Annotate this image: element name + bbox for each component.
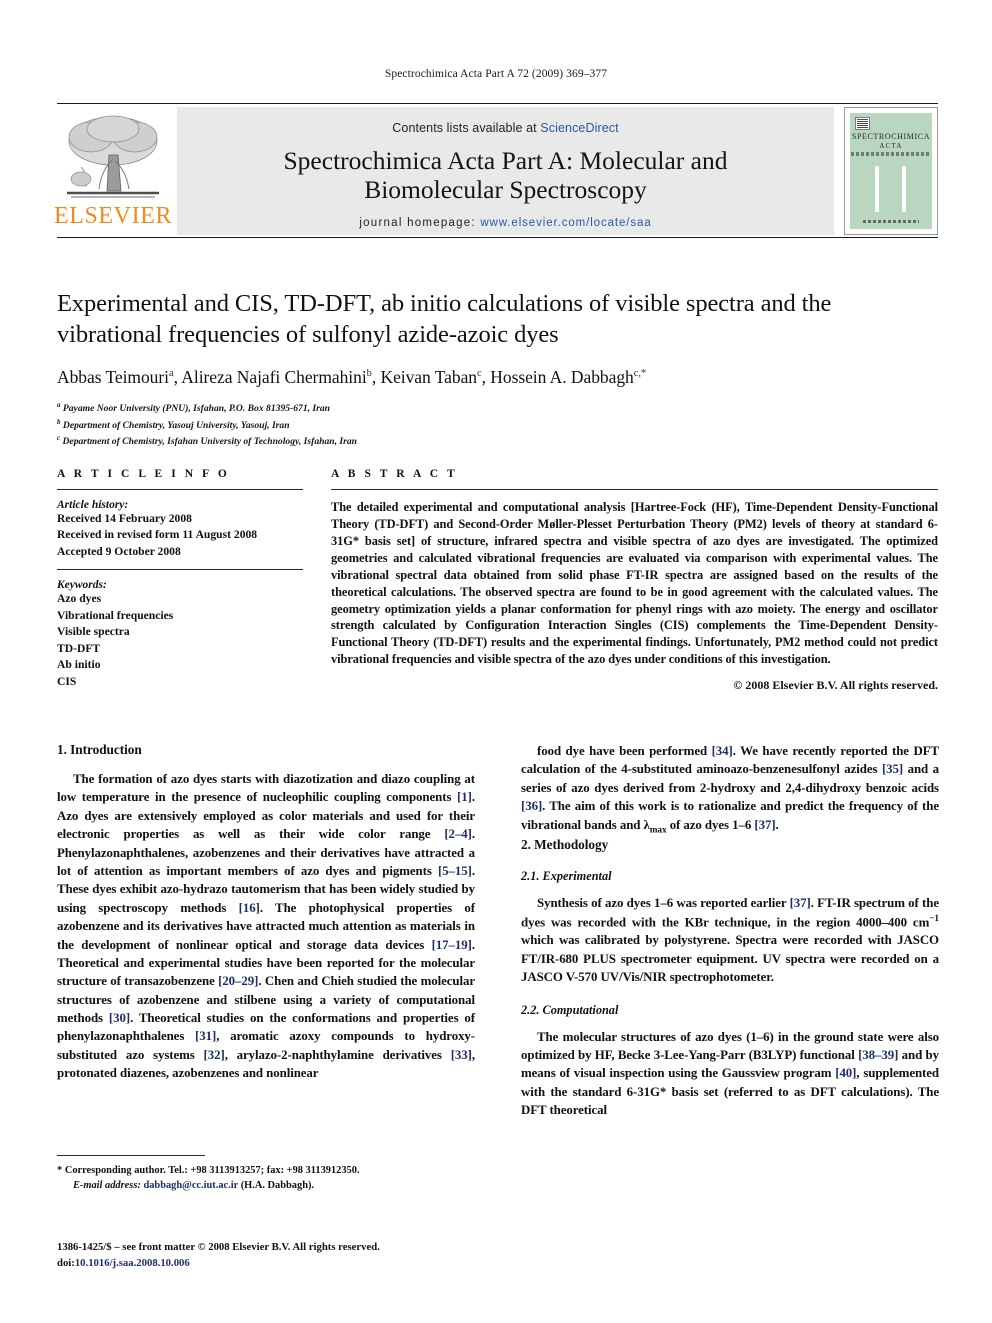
journal-homepage-line: journal homepage: www.elsevier.com/locat… [359,217,651,229]
masthead-bottom-rule [57,237,938,238]
issn-copyright-block: 1386-1425/$ – see front matter © 2008 El… [57,1240,487,1271]
citation-ref[interactable]: [37] [754,818,775,832]
journal-masthead: ELSEVIER Contents lists available at Sci… [53,103,938,238]
keyword-item: Visible spectra [57,625,130,639]
citation-ref[interactable]: [17–19] [432,938,472,952]
experimental-paragraph: Synthesis of azo dyes 1–6 was reported e… [521,896,939,985]
email-link[interactable]: dabbagh@cc.iut.ac.ir [143,1180,238,1191]
citation-ref[interactable]: [31] [195,1029,216,1043]
author-list: Abbas Teimouria, Alireza Najafi Chermahi… [57,367,647,388]
affiliation-item: c Department of Chemistry, Isfahan Unive… [57,433,358,447]
citation-ref[interactable]: [33] [451,1048,472,1062]
elsevier-wordmark: ELSEVIER [53,203,173,229]
body-column-left: 1. Introduction The formation of azo dye… [57,742,475,1120]
footnote-rule [57,1155,205,1156]
abstract-rule [331,489,938,490]
issn-line: 1386-1425/$ – see front matter © 2008 El… [57,1241,380,1253]
affiliation-list: a Payame Noor University (PNU), Isfahan,… [57,400,938,449]
abstract-text: The detailed experimental and computatio… [331,500,938,667]
corresponding-author-text: Corresponding author. Tel.: +98 31139132… [64,1165,360,1176]
cover-title-line-1: SPECTROCHIMICA [851,132,931,141]
cover-subtitle-rule [851,152,931,156]
page-title: Experimental and CIS, TD-DFT, ab initio … [57,290,832,349]
cover-title-line-2: ACTA [879,142,903,150]
body-columns: 1. Introduction The formation of azo dye… [57,742,939,1120]
contents-available-line: Contents lists available at ScienceDirec… [392,121,618,135]
title-block: Experimental and CIS, TD-DFT, ab initio … [57,288,938,449]
cover-bar-right [902,166,906,212]
citation-ref[interactable]: [34] [712,744,733,758]
journal-cover-thumbnail: SPECTROCHIMICA ACTA [844,107,938,235]
citation-ref[interactable]: [1] [457,790,472,804]
running-head: Spectrochimica Acta Part A 72 (2009) 369… [384,68,608,80]
email-note: E-mail address: dabbagh@cc.iut.ac.ir (H.… [57,1179,475,1194]
keywords-rule [57,569,303,571]
article-history-item: Received in revised form 11 August 2008 [57,528,258,542]
article-info-heading: A R T I C L E I N F O [57,468,230,480]
homepage-label: journal homepage: [359,217,476,230]
section-heading-introduction: 1. Introduction [57,742,142,757]
elsevier-logo: ELSEVIER [53,107,173,235]
article-info-column: A R T I C L E I N F O Article history: R… [57,468,303,693]
keyword-item: Ab initio [57,658,101,672]
article-history-item: Received 14 February 2008 [57,512,192,525]
affiliation-item: a Payame Noor University (PNU), Isfahan,… [57,401,331,415]
citation-ref[interactable]: [40] [835,1066,856,1080]
subsection-heading-experimental: 2.1. Experimental [521,869,612,884]
citation-ref[interactable]: [35] [882,762,903,776]
cover-background [850,113,932,229]
intro-paragraph-right: food dye have been performed [34]. We ha… [521,744,940,836]
corresponding-author-note: * Corresponding author. Tel.: +98 311391… [57,1164,475,1179]
abstract-copyright: © 2008 Elsevier B.V. All rights reserved… [733,678,938,693]
citation-ref[interactable]: [38–39] [858,1048,898,1062]
keyword-item: Azo dyes [57,592,102,606]
citation-ref[interactable]: [37] [790,896,811,910]
abstract-column: A B S T R A C T The detailed experimenta… [331,468,938,693]
keywords-label: Keywords: [57,579,107,592]
cover-bar-left [875,166,879,212]
abstract-heading: A B S T R A C T [331,468,458,480]
journal-title: Spectrochimica Acta Part A: Molecular an… [284,146,728,204]
subsection-heading-computational: 2.2. Computational [521,1002,619,1017]
citation-ref[interactable]: [32] [204,1048,225,1062]
intro-paragraph-left: The formation of azo dyes starts with di… [57,772,476,1081]
email-label: E-mail address: [73,1179,141,1191]
sciencedirect-link[interactable]: ScienceDirect [540,121,618,135]
keyword-item: Vibrational frequencies [57,608,174,622]
article-history-list: Received 14 February 2008 Received in rev… [57,511,303,560]
doi-line: doi:10.1016/j.saa.2008.10.006 [57,1256,487,1272]
doi-link[interactable]: 10.1016/j.saa.2008.10.006 [75,1257,190,1269]
citation-ref[interactable]: [30] [109,1011,130,1025]
citation-ref[interactable]: [36] [521,799,542,813]
citation-ref[interactable]: [20–29] [218,974,258,988]
computational-paragraph: The molecular structures of azo dyes (1–… [521,1029,939,1118]
keywords-list: Azo dyes Vibrational frequencies Visible s… [57,591,303,690]
footnote-zone: * Corresponding author. Tel.: +98 311391… [57,1155,475,1194]
article-history-item: Accepted 9 October 2008 [57,544,181,558]
paper-page: Spectrochimica Acta Part A 72 (2009) 369… [0,0,992,1323]
journal-title-line-2: Biomolecular Spectroscopy [364,175,647,205]
section-heading-methodology: 2. Methodology [521,837,609,853]
info-abstract-row: A R T I C L E I N F O Article history: R… [57,468,938,693]
contents-prefix: Contents lists available at [392,121,541,135]
journal-title-line-1: Spectrochimica Acta Part A: Molecular an… [283,146,728,175]
journal-band: Contents lists available at ScienceDirec… [177,107,834,235]
corresponding-marker: * [57,1165,63,1176]
cover-publisher-mark-icon [855,117,870,130]
body-column-right: food dye have been performed [34]. We ha… [521,742,939,1120]
citation-ref[interactable]: [16] [239,901,260,915]
article-history-label: Article history: [57,499,129,511]
keyword-item: CIS [57,674,77,688]
homepage-url-link[interactable]: www.elsevier.com/locate/saa [480,217,651,229]
elsevier-tree-icon [61,111,165,203]
citation-ref[interactable]: [5–15] [438,864,472,878]
doi-label: doi: [57,1256,75,1269]
cover-footer-rule [863,220,919,223]
keyword-item: TD-DFT [57,641,101,655]
email-owner: (H.A. Dabbagh). [240,1179,315,1191]
affiliation-item: b Department of Chemistry, Yasouj Univer… [57,417,290,431]
citation-ref[interactable]: [2–4] [444,827,472,841]
article-info-rule [57,489,303,490]
